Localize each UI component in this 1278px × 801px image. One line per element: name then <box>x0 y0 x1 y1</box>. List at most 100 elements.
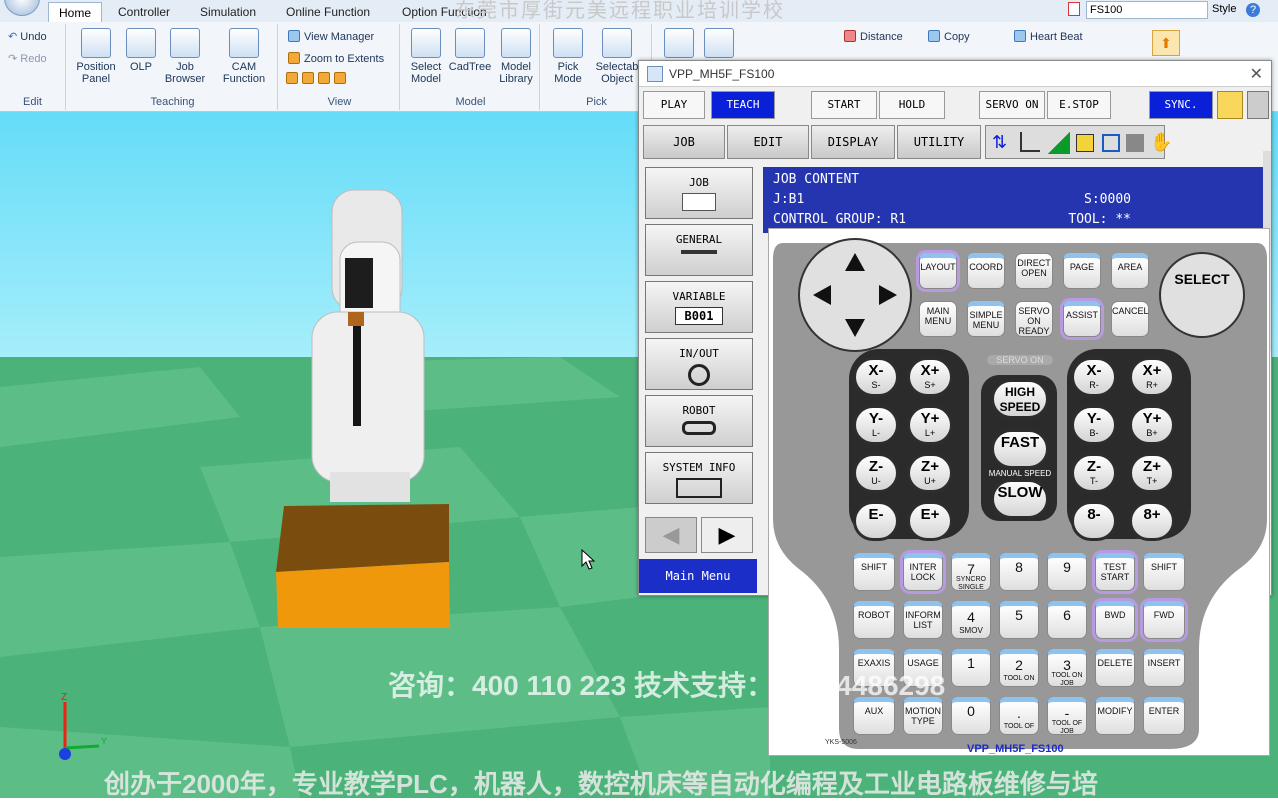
redo-button[interactable]: ↷ Redo <box>8 52 47 65</box>
selectable-object-button[interactable]: Selectab Object <box>592 28 642 85</box>
jog-key[interactable]: Z- T- <box>1071 453 1117 493</box>
select-key[interactable]: SELECT <box>1174 271 1230 287</box>
side-inout-button[interactable]: IN/OUT <box>645 338 753 390</box>
modify-key[interactable]: MODIFY <box>1095 697 1135 735</box>
robot-model[interactable] <box>290 182 490 512</box>
coord-key[interactable]: COORD <box>967 253 1005 289</box>
view-front-icon[interactable] <box>286 72 298 84</box>
jog-key[interactable]: X- S- <box>853 357 899 397</box>
inform-list-key[interactable]: INFORM LIST <box>903 601 943 639</box>
heart-beat-button[interactable]: Heart Beat <box>1014 30 1083 43</box>
page-key[interactable]: PAGE <box>1063 253 1101 289</box>
tab-controller[interactable]: Controller <box>108 2 180 22</box>
select-model-button[interactable]: Select Model <box>404 28 448 85</box>
jog-key[interactable]: 8- <box>1071 501 1117 541</box>
area-key[interactable]: AREA <box>1111 253 1149 289</box>
play-button[interactable]: PLAY <box>643 91 705 119</box>
undo-button[interactable]: ↶ Undo <box>8 30 47 43</box>
servo-ready-key[interactable]: SERVO ON READY <box>1015 301 1053 337</box>
jog-key[interactable]: Y- B- <box>1071 405 1117 445</box>
shift-key-left[interactable]: SHIFT <box>853 553 895 591</box>
start-button[interactable]: START <box>811 91 877 119</box>
delete-key[interactable]: DELETE <box>1095 649 1135 687</box>
help-icon[interactable]: ? <box>1246 3 1260 17</box>
jog-key[interactable]: Z- U- <box>853 453 899 493</box>
view-manager-button[interactable]: View Manager <box>288 30 374 43</box>
view-side-icon[interactable] <box>318 72 330 84</box>
main-menu-key[interactable]: MAIN MENU <box>919 301 957 337</box>
view-iso-icon[interactable] <box>334 72 346 84</box>
search-input[interactable] <box>1086 1 1208 19</box>
bwd-key[interactable]: BWD <box>1095 601 1135 639</box>
simple-menu-key[interactable]: SIMPLE MENU <box>967 301 1005 337</box>
key-1[interactable]: 1 <box>951 649 991 687</box>
key-5[interactable]: 5 <box>999 601 1039 639</box>
key-2[interactable]: 2 TOOL ON <box>999 649 1039 687</box>
estop-button[interactable]: E.STOP <box>1047 91 1111 119</box>
servo-on-button[interactable]: SERVO ON <box>979 91 1045 119</box>
up-arrow-icon[interactable]: ⬆ <box>1152 30 1180 56</box>
cadtree-button[interactable]: CadTree <box>448 28 492 73</box>
fwd-key[interactable]: FWD <box>1143 601 1185 639</box>
page-next-button[interactable]: ▶ <box>701 517 753 553</box>
position-panel-button[interactable]: Position Panel <box>72 28 120 85</box>
folder-icon[interactable] <box>1217 91 1243 119</box>
page-prev-button[interactable]: ◀ <box>645 517 697 553</box>
assist-key[interactable]: ASSIST <box>1063 301 1101 337</box>
utility-menu-button[interactable]: UTILITY <box>897 125 981 159</box>
job-browser-button[interactable]: Job Browser <box>162 28 208 85</box>
tab-online-function[interactable]: Online Function <box>276 2 380 22</box>
style-menu[interactable]: Style <box>1212 3 1236 15</box>
teach-button[interactable]: TEACH <box>711 91 775 119</box>
key-7[interactable]: 7 SYNCRO SINGLE <box>951 553 991 591</box>
key-3[interactable]: 3 TOOL ON JOB <box>1047 649 1087 687</box>
key-9[interactable]: 9 <box>1047 553 1087 591</box>
key-8[interactable]: 8 <box>999 553 1039 591</box>
key-minus[interactable]: - TOOL OF JOB <box>1047 697 1087 735</box>
tab-simulation[interactable]: Simulation <box>190 2 266 22</box>
tab-home[interactable]: Home <box>48 2 103 22</box>
olp-button[interactable]: OLP <box>124 28 158 73</box>
jog-key[interactable]: X+ S+ <box>907 357 953 397</box>
edit-menu-button[interactable]: EDIT <box>727 125 809 159</box>
key-dot[interactable]: . TOOL OF <box>999 697 1039 735</box>
frame-tool-button[interactable] <box>662 28 696 61</box>
application-menu-button[interactable] <box>4 0 40 16</box>
fast-key[interactable]: FAST <box>991 429 1049 469</box>
jog-key[interactable]: X+ R+ <box>1129 357 1175 397</box>
jog-key[interactable]: E- <box>853 501 899 541</box>
view-top-icon[interactable] <box>302 72 314 84</box>
display-menu-button[interactable]: DISPLAY <box>811 125 895 159</box>
slow-key[interactable]: SLOW <box>991 479 1049 519</box>
jog-key[interactable]: Y- L- <box>853 405 899 445</box>
model-library-button[interactable]: Model Library <box>494 28 538 85</box>
side-general-button[interactable]: GENERAL <box>645 224 753 276</box>
robot-key[interactable]: ROBOT <box>853 601 895 639</box>
job-menu-button[interactable]: JOB <box>643 125 725 159</box>
jog-key[interactable]: Y+ L+ <box>907 405 953 445</box>
interlock-key[interactable]: INTER LOCK <box>903 553 943 591</box>
jog-key[interactable]: E+ <box>907 501 953 541</box>
pick-mode-button[interactable]: Pick Mode <box>546 28 590 85</box>
workpiece-box[interactable] <box>274 504 454 634</box>
main-menu-button[interactable]: Main Menu <box>639 559 757 593</box>
hold-button[interactable]: HOLD <box>879 91 945 119</box>
view-cube-buttons[interactable] <box>286 72 350 85</box>
zoom-to-extents-button[interactable]: Zoom to Extents <box>288 52 384 65</box>
jog-key[interactable]: Z+ T+ <box>1129 453 1175 493</box>
document-icon[interactable] <box>1068 2 1080 16</box>
cancel-key[interactable]: CANCEL <box>1111 301 1149 337</box>
layout-key[interactable]: LAYOUT <box>919 253 957 289</box>
jog-key[interactable]: Z+ U+ <box>907 453 953 493</box>
key-0[interactable]: 0 <box>951 697 991 735</box>
jog-key[interactable]: Y+ B+ <box>1129 405 1175 445</box>
key-6[interactable]: 6 <box>1047 601 1087 639</box>
sync-button[interactable]: SYNC. <box>1149 91 1213 119</box>
enter-key[interactable]: ENTER <box>1143 697 1185 735</box>
side-job-button[interactable]: JOB <box>645 167 753 219</box>
test-start-key[interactable]: TEST START <box>1095 553 1135 591</box>
side-variable-button[interactable]: VARIABLE B001 <box>645 281 753 333</box>
close-icon[interactable]: ✕ <box>1250 64 1263 84</box>
cam-function-button[interactable]: CAM Function <box>214 28 274 85</box>
shift-key-right[interactable]: SHIFT <box>1143 553 1185 591</box>
